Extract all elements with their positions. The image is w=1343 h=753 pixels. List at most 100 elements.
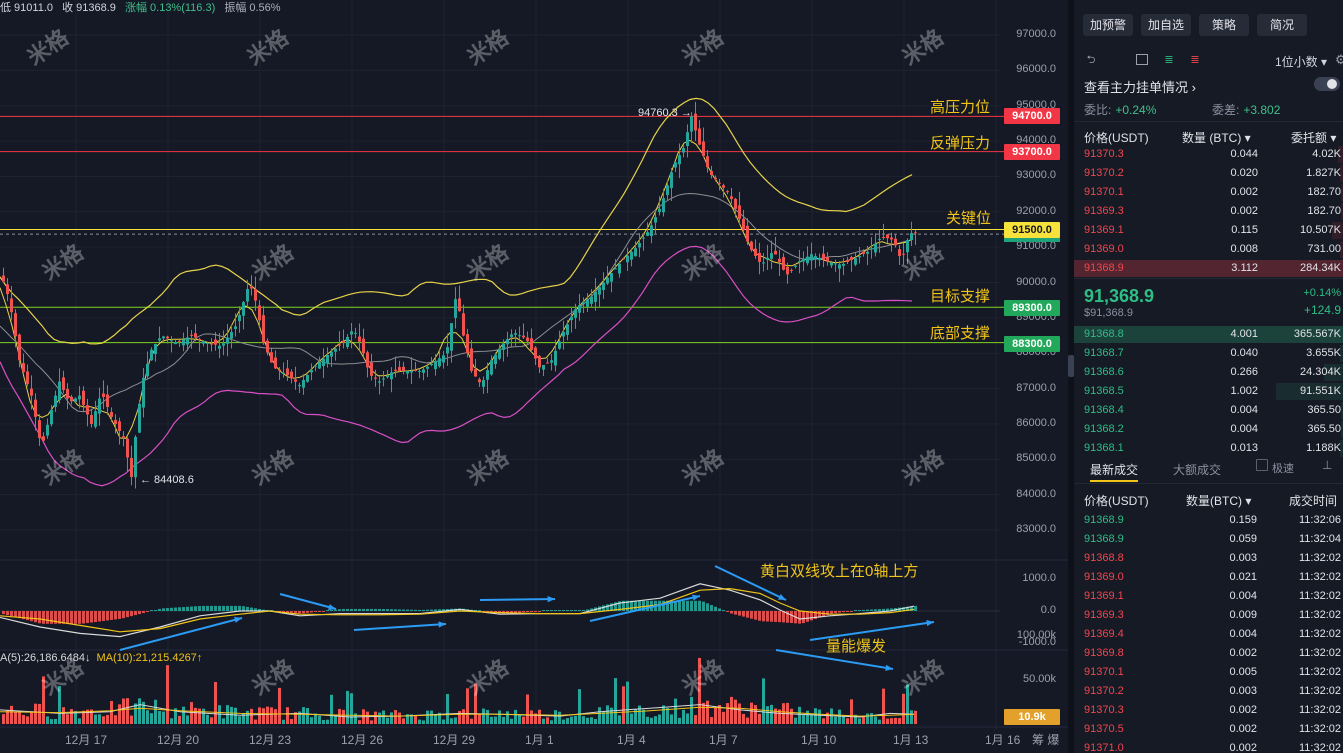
trade-tabs: 最新成交 大额成交 xyxy=(1074,461,1343,482)
trade-price: 91368.8 xyxy=(1084,552,1124,564)
trade-filter-icon[interactable]: ⊥ xyxy=(1322,458,1332,472)
orderbook-toolbar: ⮌ ≣ ≣ 1位小数 ▾ ⚙ xyxy=(1080,52,1343,70)
ask-row[interactable]: 91370.1 0.002 182.70 xyxy=(1074,183,1343,202)
kline-chart-area[interactable]: 低 91011.0 收 91368.9 涨幅 0.13%(116.3) 振幅 0… xyxy=(0,0,1070,753)
candle-body xyxy=(74,398,77,402)
axis-corner-label[interactable]: 筹 爆 xyxy=(1032,731,1059,748)
volume-bar xyxy=(334,715,337,724)
price-tag-91500: 91500.0 xyxy=(1004,222,1060,238)
volume-bar xyxy=(66,714,69,724)
macd-histogram-bar xyxy=(914,605,917,611)
view-both-icon[interactable]: ⮌ xyxy=(1084,54,1098,66)
ask-qty: 0.002 xyxy=(1230,205,1258,217)
candle-body xyxy=(234,326,237,329)
volume-bar xyxy=(154,699,157,724)
trade-price: 91368.9 xyxy=(1084,514,1124,526)
macd-histogram-bar xyxy=(698,600,701,611)
macd-histogram-bar xyxy=(238,605,241,611)
candle-body xyxy=(334,348,337,352)
macd-histogram-bar xyxy=(562,610,565,611)
candle-body xyxy=(254,289,257,301)
macd-histogram-bar xyxy=(430,609,433,611)
volume-bar xyxy=(222,718,225,724)
volume-bar xyxy=(70,709,73,724)
volume-bar xyxy=(378,712,381,724)
ask-row[interactable]: 91368.9 3.112 284.34K xyxy=(1074,259,1343,278)
tab-large-trades[interactable]: 大额成交 xyxy=(1173,461,1221,478)
trade-qty: 0.005 xyxy=(1229,666,1257,678)
volume-bar xyxy=(18,712,21,724)
trade-time: 11:32:02 xyxy=(1298,704,1341,716)
volume-bar xyxy=(806,710,809,724)
ask-price: 91370.2 xyxy=(1084,167,1124,179)
fast-mode-checkbox[interactable] xyxy=(1256,459,1268,471)
bid-row[interactable]: 91368.2 0.004 365.50 xyxy=(1074,420,1343,439)
volume-bar xyxy=(838,709,841,724)
volume-bar xyxy=(674,698,677,724)
macd-histogram-bar xyxy=(302,611,305,614)
volume-bar xyxy=(358,720,361,724)
ask-price: 91369.0 xyxy=(1084,243,1124,255)
x-tick-label: 1月 1 xyxy=(525,733,554,747)
x-tick-label: 1月 4 xyxy=(617,733,646,747)
add-alert-button[interactable]: 加预警 xyxy=(1083,14,1133,36)
main-force-toggle[interactable] xyxy=(1314,77,1340,91)
macd-histogram-bar xyxy=(174,607,177,611)
bid-row[interactable]: 91368.8 4.001 365.567K xyxy=(1074,325,1343,344)
macd-histogram-bar xyxy=(406,609,409,611)
ask-row[interactable]: 91370.2 0.020 1.827K xyxy=(1074,164,1343,183)
candle-body xyxy=(466,334,469,354)
macd-histogram-bar xyxy=(554,610,557,611)
candle-body xyxy=(862,251,865,254)
volume-bar xyxy=(2,714,5,724)
view-split-icon[interactable] xyxy=(1136,54,1148,65)
main-force-link[interactable]: 查看主力挂单情况 › xyxy=(1084,77,1196,96)
trade-qty: 0.159 xyxy=(1229,514,1257,526)
candle-body xyxy=(238,315,241,322)
ask-row[interactable]: 91369.1 0.115 10.507K xyxy=(1074,221,1343,240)
volume-bar xyxy=(742,713,745,724)
candle-body xyxy=(166,336,169,339)
bid-row[interactable]: 91368.7 0.040 3.655K xyxy=(1074,344,1343,363)
candle-body xyxy=(698,128,701,145)
bid-row[interactable]: 91368.5 1.002 91.551K xyxy=(1074,382,1343,401)
macd-histogram-bar xyxy=(882,608,885,611)
decimal-select[interactable]: 1位小数 ▾ xyxy=(1275,53,1327,70)
bid-row[interactable]: 91368.4 0.004 365.50 xyxy=(1074,401,1343,420)
macd-histogram-bar xyxy=(538,611,541,612)
ask-row[interactable]: 91369.0 0.008 731.00 xyxy=(1074,240,1343,259)
macd-histogram-bar xyxy=(558,610,561,611)
header-low: 低 91011.0 xyxy=(0,2,54,14)
gear-icon[interactable]: ⚙ xyxy=(1335,52,1343,68)
macd-histogram-bar xyxy=(30,611,33,622)
bid-row[interactable]: 91368.1 0.013 1.188K xyxy=(1074,439,1343,458)
trade-row: 91369.1 0.004 11:32:02 xyxy=(1074,587,1343,606)
ob-col-qty[interactable]: 数量 (BTC) ▾ xyxy=(1182,129,1251,146)
ob-col-amount[interactable]: 委托额 ▾ xyxy=(1291,129,1336,146)
macd-histogram-bar xyxy=(70,611,73,624)
tab-latest-trades[interactable]: 最新成交 xyxy=(1090,461,1139,482)
volume-bar xyxy=(370,720,373,724)
kline-chart-canvas[interactable] xyxy=(0,0,1070,753)
volume-bar xyxy=(22,714,25,724)
ask-row[interactable]: 91369.3 0.002 182.70 xyxy=(1074,202,1343,221)
candle-body xyxy=(338,344,341,346)
tr-col-qty[interactable]: 数量(BTC) ▾ xyxy=(1186,492,1251,509)
view-asks-icon[interactable]: ≣ xyxy=(1188,54,1202,66)
macd-histogram-bar xyxy=(138,611,141,615)
view-bids-icon[interactable]: ≣ xyxy=(1162,54,1176,66)
macd-histogram-bar xyxy=(154,609,157,611)
candle-body xyxy=(730,196,733,200)
macd-histogram-bar xyxy=(10,611,13,617)
volume-bar xyxy=(818,709,821,724)
strategy-button[interactable]: 策略 xyxy=(1199,14,1249,36)
candle-body xyxy=(766,257,769,260)
macd-histogram-bar xyxy=(342,608,345,611)
candle-body xyxy=(490,360,493,375)
last-price-usd: $91,368.9 xyxy=(1084,307,1133,319)
overview-button[interactable]: 简况 xyxy=(1257,14,1307,36)
add-watchlist-button[interactable]: 加自选 xyxy=(1141,14,1191,36)
bid-row[interactable]: 91368.6 0.266 24.304K xyxy=(1074,363,1343,382)
ask-amount: 284.34K xyxy=(1300,262,1341,274)
ask-row[interactable]: 91370.3 0.044 4.02K xyxy=(1074,145,1343,164)
